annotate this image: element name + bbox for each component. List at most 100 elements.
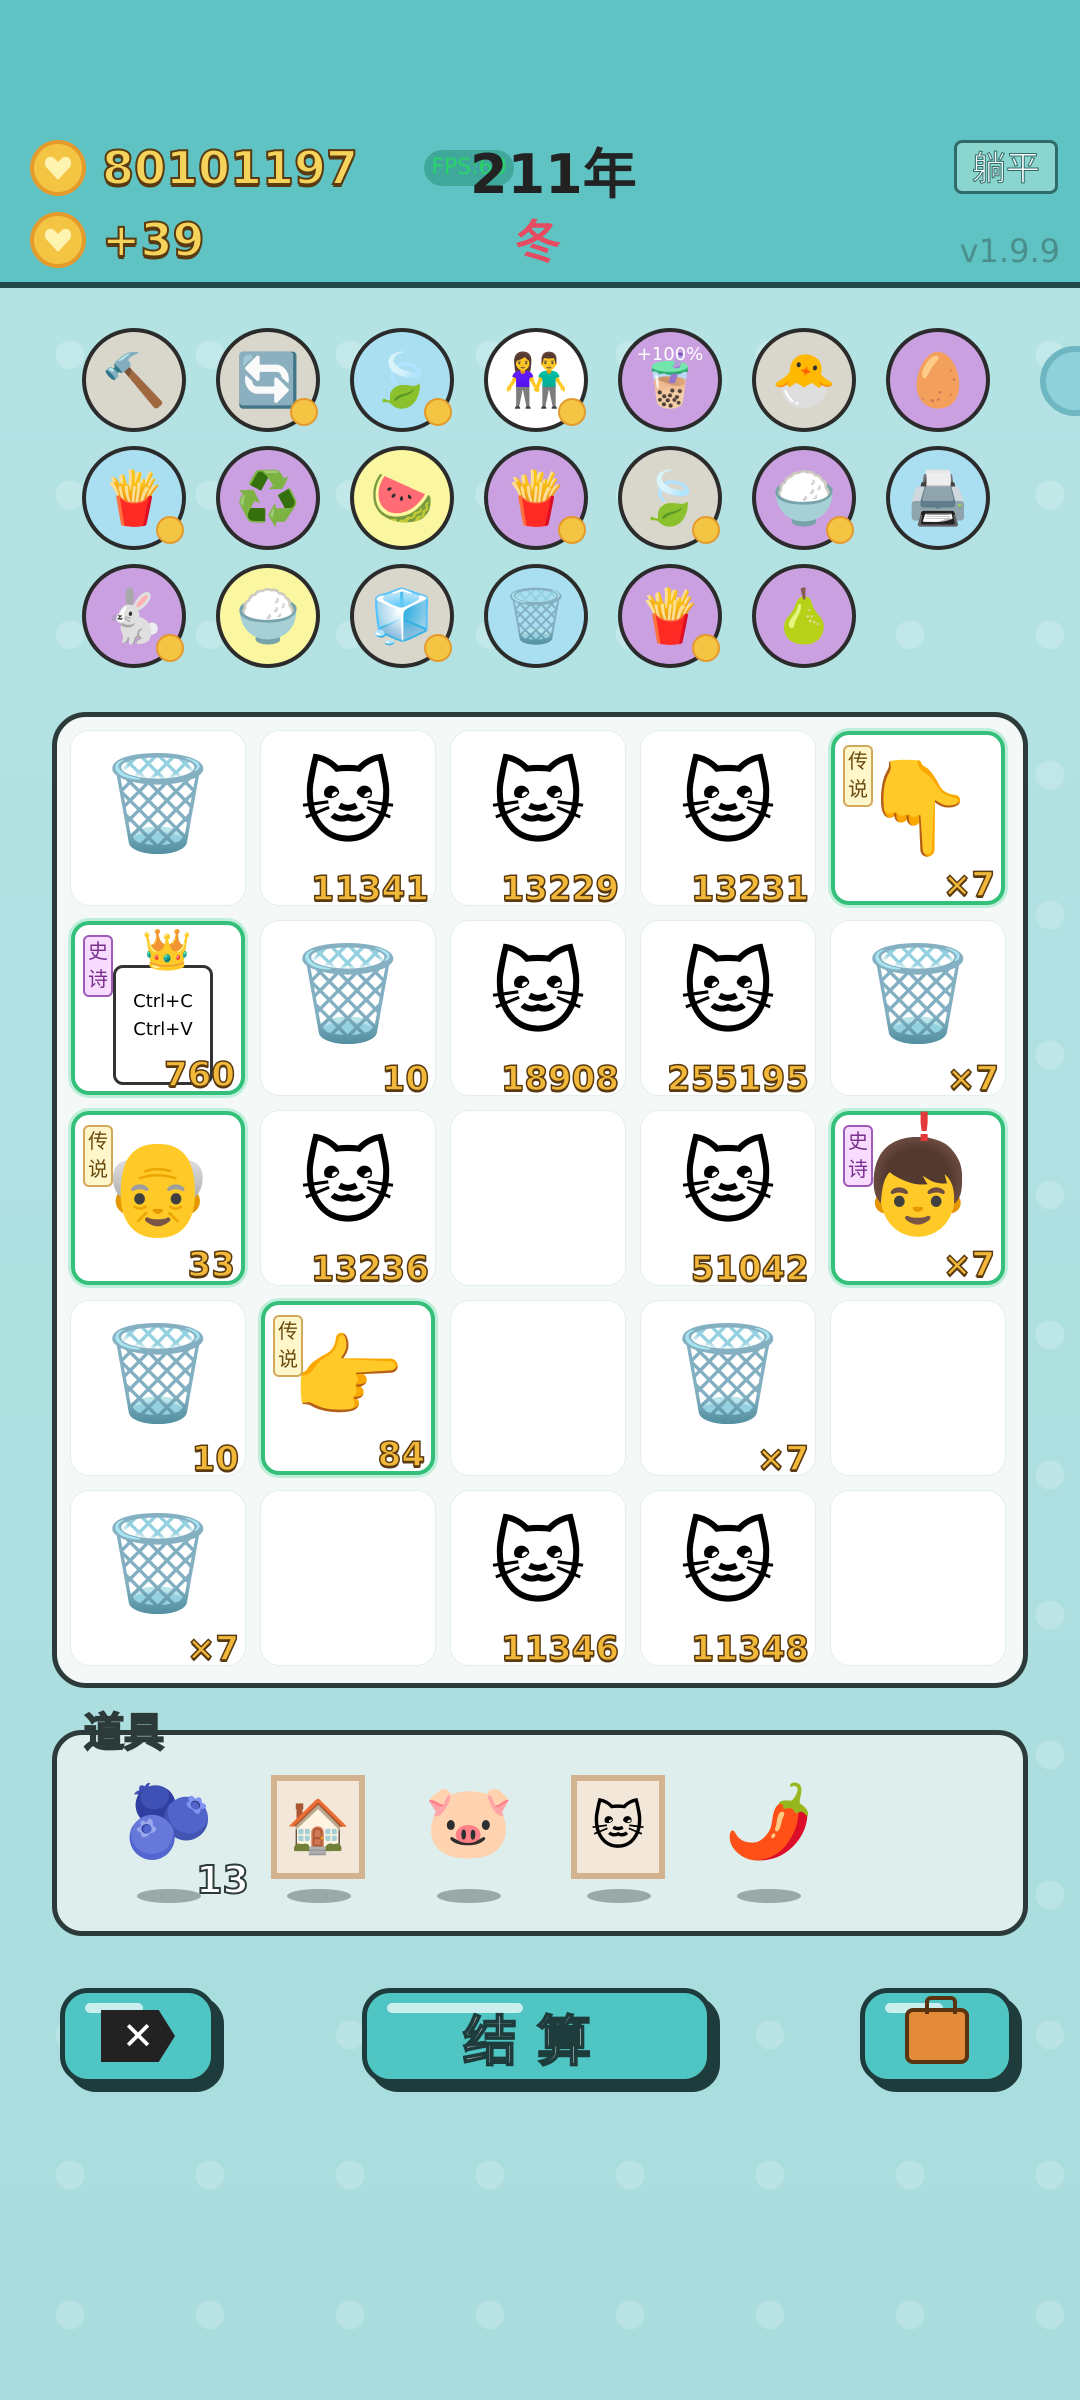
board-cell[interactable]: 🗑️ ×7 [641,1301,815,1480]
heart-badge-icon [424,398,452,426]
board-cell[interactable]: 🐱 11348 [641,1491,815,1670]
board-cell[interactable]: 🐱 11346 [451,1491,625,1670]
chili-pepper-icon[interactable]: 🌶️ [719,1771,819,1903]
fruit-bowl-icon[interactable]: 🍉 [350,446,454,550]
sugar-cubes-icon[interactable]: 🧊 [350,564,454,668]
chick-egg-icon[interactable]: 🐣 [752,328,856,432]
tool-glyph: 🐷 [424,1779,514,1863]
egg-icon[interactable]: 🥚 [886,328,990,432]
refresh-icon[interactable]: 🔄 [216,328,320,432]
close-icon: ✕ [101,2010,175,2062]
item-count: 11341 [310,868,430,910]
tool-shadow [137,1889,201,1903]
heart-badge-icon [156,634,184,662]
board-cell[interactable]: 👴 传说 33 [71,1111,245,1286]
board-cell[interactable]: 👇 传说 ×7 [831,731,1005,906]
rarity-tag: 传说 [273,1315,303,1377]
heart-badge-icon [290,398,318,426]
bubble-label: +100% [636,344,704,365]
heart-badge-icon [424,634,452,662]
cat-icon: 🐱 [490,750,586,857]
empty-cell[interactable] [831,1491,1005,1665]
board-cell[interactable]: 🐱 255195 [641,921,815,1100]
item-count: 255195 [666,1058,809,1100]
cat-picture-icon[interactable]: 🐱 [569,1771,669,1903]
rabbit-icon[interactable]: 🐇 [82,564,186,668]
board-cell[interactable]: 🐱 13236 [261,1111,435,1290]
top-header: 80101197 +39 FPS:60 211年 冬 躺平 v1.9.9 [0,0,1080,288]
board-cell[interactable]: 👑 Ctrl+C Ctrl+V 史诗 760 [71,921,245,1096]
heart-badge-icon [826,516,854,544]
milk-tea-icon[interactable]: 🧋 +100% [618,328,722,432]
trash-bag-icon: 🗑️ [100,750,216,857]
heart-badge-icon [692,516,720,544]
board-cell[interactable]: 👦! 史诗 ×7 [831,1105,1005,1286]
board-cell[interactable]: 🗑️ 10 [261,921,435,1100]
tool-shadow [437,1889,501,1903]
trash-recycle-icon[interactable]: 🗑️ [484,564,588,668]
fries-icon[interactable]: 🍟 [484,446,588,550]
board-cell[interactable]: 🐱 18908 [451,921,625,1100]
windmill-picture-icon[interactable]: 🏠 [269,1771,369,1903]
leaf-icon[interactable]: 🍃 [618,446,722,550]
coins-rate: +39 [101,212,206,268]
trash-bag-icon: 🗑️ [860,940,976,1047]
board-cell[interactable]: 🗑️ [71,731,245,905]
ctrl-v-text: Ctrl+V [133,1019,193,1040]
close-button[interactable]: ✕ [60,1988,216,2084]
rice-bowl-icon[interactable]: 🍚 [752,446,856,550]
board-cell[interactable]: 🐱 11341 [261,731,435,910]
cat-icon: 🐱 [300,1130,396,1237]
tools-panel: 🫐 🏠 🐷 🐱 🌶️ [52,1730,1028,1936]
fries-icon[interactable]: 🍟 [82,446,186,550]
empty-cell[interactable] [451,1111,625,1285]
ctrl-c-text: Ctrl+C [133,991,193,1012]
merge-board: 🗑️ 🐱 11341 🐱 13229 🐱 13231 👇 传说 ×7 👑 Ctrl+C Ctrl+V 史诗… [52,712,1028,1688]
item-count: 84 [377,1434,426,1476]
rarity-tag: 传说 [843,745,873,807]
item-count: 13229 [500,868,620,910]
board-cell[interactable]: 🐱 51042 [641,1111,815,1290]
leaf-icon[interactable]: 🍃 [350,328,454,432]
board-cell[interactable]: 🐱 13229 [451,731,625,910]
tool-glyph: 🌶️ [724,1779,814,1863]
item-count: 13236 [310,1248,430,1290]
piggy-bank-icon[interactable]: 🐷 [419,1771,519,1903]
couple-icon[interactable]: 👫 [484,328,588,432]
hammer-icon[interactable]: 🔨 [82,328,186,432]
tools-title: 道具 [83,1709,165,1757]
recycle-icon[interactable]: ♻️ [216,446,320,550]
item-count: ×7 [186,1628,240,1670]
board-cell[interactable]: 🗑️ 10 [71,1301,245,1480]
empty-cell[interactable] [831,1301,1005,1475]
coins-rate-row: +39 [30,212,206,268]
heart-badge-icon [558,398,586,426]
empty-cell[interactable] [451,1301,625,1475]
guava-icon[interactable]: 🍐 [752,564,856,668]
settle-button[interactable]: 结算 [362,1988,712,2084]
coins-total: 80101197 [101,140,359,196]
cat-icon: 🐱 [680,1130,776,1237]
board-cell[interactable]: 🐱 13231 [641,731,815,910]
season-display: 冬 [515,215,561,269]
lie-flat-button[interactable]: 躺平 [954,140,1058,194]
item-count: 10 [191,1438,240,1480]
coin-icon [30,140,86,196]
board-cell[interactable]: 🗑️ ×7 [71,1491,245,1670]
bag-button[interactable] [860,1988,1014,2084]
year-display: 211年 [470,143,637,206]
cat-icon: 🐱 [490,1510,586,1617]
rice-bowl-icon[interactable]: 🍚 [216,564,320,668]
heart-badge-icon [692,634,720,662]
board-cell[interactable]: 👉 传说 84 [261,1301,435,1476]
version-label: v1.9.9 [959,232,1060,270]
rarity-tag: 传说 [83,1125,113,1187]
printer-icon[interactable]: 🖨️ [886,446,990,550]
trash-bag-icon: 🗑️ [100,1320,216,1427]
empty-cell[interactable] [261,1491,435,1665]
fries-icon[interactable]: 🍟 [618,564,722,668]
blueberry-count: 13 [195,1857,250,1903]
item-count: ×7 [942,1244,996,1286]
alert-icon: ! [915,1105,934,1151]
board-cell[interactable]: 🗑️ ×7 [831,921,1005,1100]
